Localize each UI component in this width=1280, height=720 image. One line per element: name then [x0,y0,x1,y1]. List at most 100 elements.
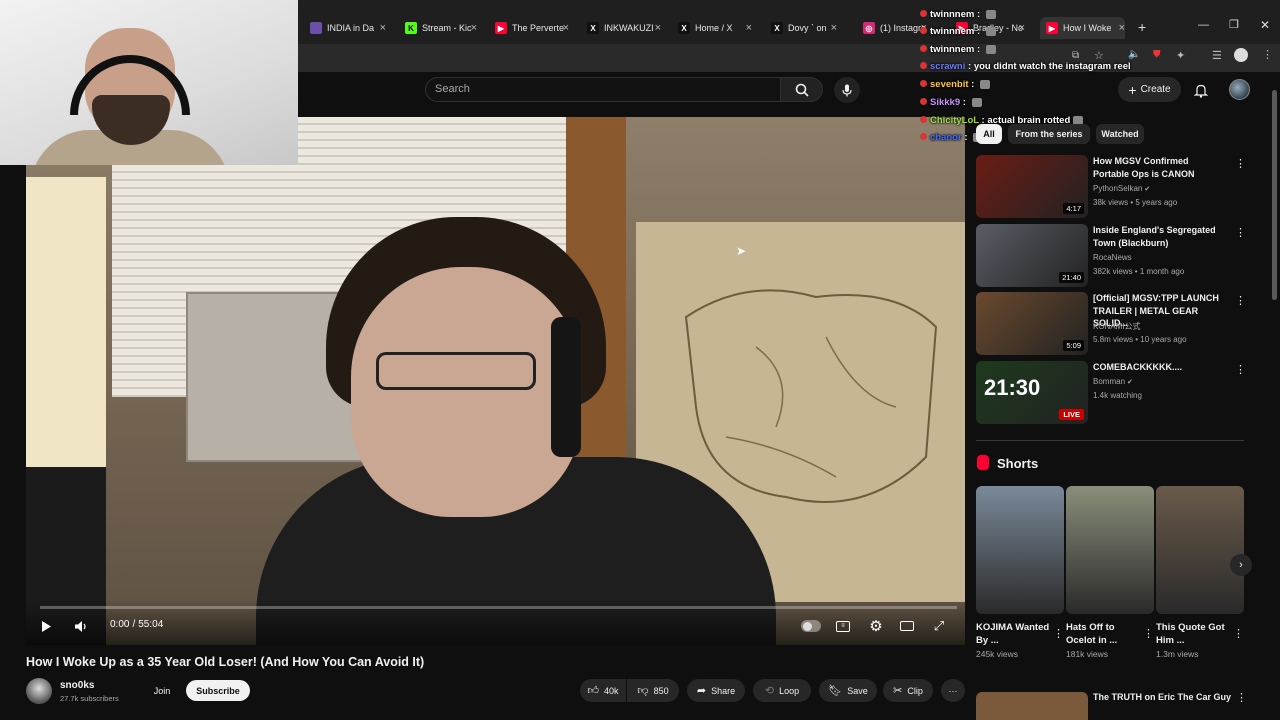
notifications-button[interactable] [1190,79,1212,101]
more-options-icon[interactable]: ⋮ [1235,157,1246,170]
theater-mode-button[interactable] [899,618,915,634]
partial-rec-menu-icon[interactable]: ⋮ [1236,691,1247,704]
more-actions-button[interactable]: ··· [941,679,965,702]
more-options-icon[interactable]: ⋮ [1235,294,1246,307]
partial-rec-thumbnail[interactable] [976,692,1088,720]
browser-tab[interactable]: X INKWAKUZI × [581,17,661,39]
short-title[interactable]: Hats Off to Ocelot in ... [1066,621,1140,647]
more-options-icon[interactable]: ⋮ [1233,627,1244,640]
browser-tab[interactable]: ◎(1) Instagra× [857,17,927,39]
chat-username[interactable]: scrawni [930,61,965,72]
short-title[interactable]: This Quote Got Him ... [1156,621,1230,647]
browser-tab[interactable]: ▶ The Perverte × [489,17,569,39]
chat-username[interactable]: ChicityLoL [930,115,979,126]
recommended-video[interactable]: 4:17 How MGSV Confirmed Portable Ops is C… [976,155,1246,220]
recommended-channel[interactable]: KONAMI公式 [1093,321,1141,332]
short-thumbnail[interactable] [976,486,1064,614]
video-player[interactable] [26,117,965,645]
chat-username[interactable]: twinnnem [930,9,974,20]
close-tab-icon[interactable]: × [655,22,661,34]
save-button[interactable]: 🔖︎ Save [819,679,877,702]
profile-avatar-icon[interactable] [1234,48,1248,62]
short-video[interactable]: KOJIMA Wanted By ... 245k views ⋮ [976,486,1064,659]
volume-button[interactable] [73,618,89,634]
browser-tab[interactable]: X Dovy ` on × [765,17,837,39]
page-scrollbar[interactable] [1272,90,1277,300]
recommended-title[interactable]: COMEBACKKKKK.... [1093,361,1223,374]
close-tab-icon[interactable]: × [831,22,837,34]
close-tab-icon[interactable]: × [1119,22,1125,34]
short-thumbnail[interactable] [1066,486,1154,614]
close-tab-icon[interactable]: × [1019,22,1025,34]
recommended-channel[interactable]: Bomman ✔ [1093,377,1133,386]
media-control-icon[interactable]: ☰ [1212,49,1222,62]
video-thumbnail[interactable]: 21:40 [976,224,1088,287]
new-tab-button[interactable]: + [1138,19,1146,35]
share-button[interactable]: ➦ Share [687,679,745,702]
account-avatar[interactable] [1229,79,1250,100]
create-button[interactable]: + Create [1118,77,1181,102]
close-tab-icon[interactable]: × [563,22,569,34]
video-thumbnail[interactable]: 4:17 [976,155,1088,218]
join-button[interactable]: Join [148,681,176,701]
close-window-icon[interactable]: ✕ [1260,18,1270,32]
chip-from-the-series[interactable]: From the series [1008,124,1090,144]
chat-username[interactable]: chanor [930,132,962,143]
recommended-video[interactable]: 21:30 LIVE COMEBACKKKKK.... Bomman ✔ 1.4k wa… [976,361,1246,426]
more-options-icon[interactable]: ⋮ [1235,363,1246,376]
browser-tab[interactable]: ▶ How I Woke × [1040,17,1125,39]
extension-audio-icon[interactable]: 🔈 [1128,49,1140,60]
short-title[interactable]: KOJIMA Wanted By ... [976,621,1050,647]
channel-name[interactable]: sno0ks [60,680,94,691]
settings-button[interactable]: ⚙ [867,617,885,635]
recommended-video[interactable]: 21:40 Inside England's Segregated Town (B… [976,224,1246,289]
dislike-button[interactable]: 👎︎ 850 [627,679,679,702]
chat-username[interactable]: sevenbit [930,79,969,90]
extension-shield-icon[interactable]: ⛊ [1153,49,1161,60]
recommended-channel[interactable]: RocaNews [1093,253,1132,262]
search-input[interactable]: Search [425,77,781,102]
tab-capture-icon[interactable]: ⧉ [1072,50,1079,61]
more-options-icon[interactable]: ⋮ [1053,627,1064,640]
recommended-video[interactable]: 5:09 [Official] MGSV:TPP LAUNCH TRAILER |… [976,292,1246,357]
voice-search-button[interactable] [834,77,860,103]
browser-tab[interactable]: INDIA in Da × [304,17,386,39]
shorts-next-button[interactable]: › [1230,554,1252,576]
minimize-window-icon[interactable]: — [1198,19,1209,31]
like-button[interactable]: 👍︎ 40k [580,679,626,702]
short-video[interactable]: This Quote Got Him ... 1.3m views ⋮ [1156,486,1244,659]
chat-username[interactable]: twinnnem [930,44,974,55]
partial-rec-title[interactable]: The TRUTH on Eric The Car Guy [1093,692,1231,702]
chat-username[interactable]: Sikkk9 [930,97,960,108]
subscribe-button[interactable]: Subscribe [186,680,250,701]
browser-tab[interactable]: X Home / X × [672,17,752,39]
clip-button[interactable]: ✂ Clip [883,679,933,702]
play-button[interactable] [38,618,54,634]
close-tab-icon[interactable]: × [471,22,477,34]
loop-button[interactable]: ⟲ Loop [753,679,811,702]
fullscreen-button[interactable]: ⤢ [931,618,947,634]
search-button[interactable] [781,77,823,102]
more-options-icon[interactable]: ⋮ [1143,627,1154,640]
autoplay-toggle[interactable] [801,620,821,632]
video-thumbnail[interactable]: 5:09 [976,292,1088,355]
recommended-title[interactable]: Inside England's Segregated Town (Blackb… [1093,224,1223,249]
video-progress-bar[interactable] [40,606,957,609]
chip-watched[interactable]: Watched [1096,124,1144,144]
recommended-title[interactable]: How MGSV Confirmed Portable Ops is CANON [1093,155,1223,180]
channel-avatar[interactable] [26,678,52,704]
subtitles-button[interactable]: ≡ [835,618,851,634]
close-tab-icon[interactable]: × [380,22,386,34]
extensions-puzzle-icon[interactable]: ✦ [1176,49,1185,62]
close-tab-icon[interactable]: × [746,22,752,34]
chip-all[interactable]: All [976,124,1002,144]
recommended-channel[interactable]: PythonSelkan ✔ [1093,184,1150,193]
browser-menu-icon[interactable]: ⋮ [1262,48,1273,61]
browser-tab[interactable]: K Stream - Kic × [399,17,477,39]
short-thumbnail[interactable] [1156,486,1244,614]
chat-username[interactable]: twinnnem [930,26,974,37]
video-thumbnail[interactable]: 21:30 LIVE [976,361,1088,424]
restore-window-icon[interactable]: ❐ [1229,18,1239,31]
more-options-icon[interactable]: ⋮ [1235,226,1246,239]
short-video[interactable]: Hats Off to Ocelot in ... 181k views ⋮ [1066,486,1154,659]
